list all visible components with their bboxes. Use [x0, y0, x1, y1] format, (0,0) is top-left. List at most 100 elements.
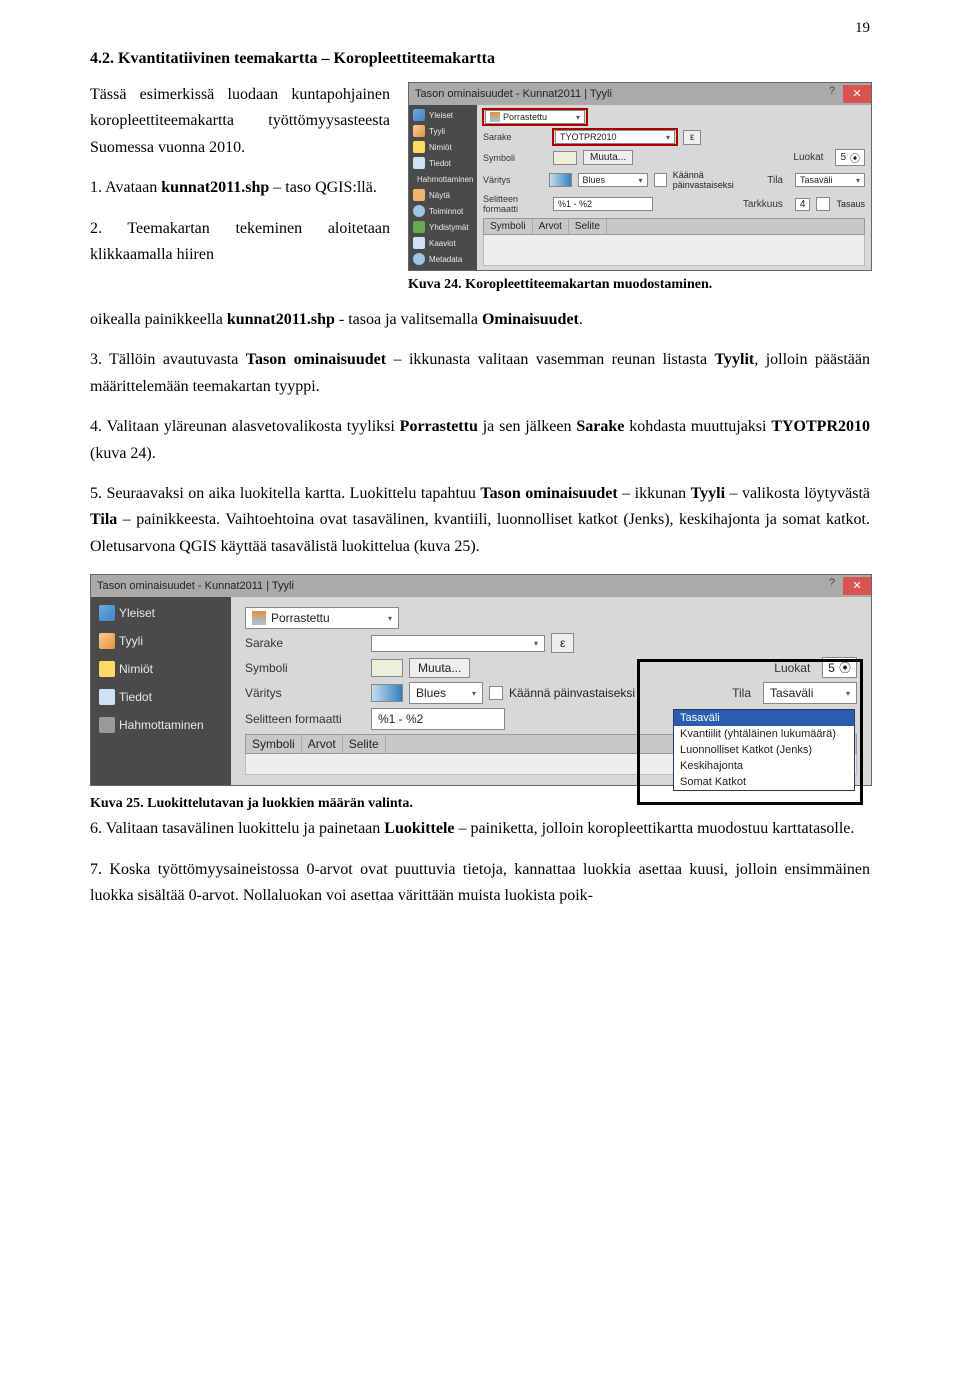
text: 1. Avataan	[90, 179, 161, 196]
paragraph-step6: 6. Valitaan tasavälinen luokittelu ja pa…	[90, 816, 870, 842]
close-icon[interactable]: ✕	[843, 85, 871, 103]
sidebar-label: Tyyli	[429, 127, 445, 136]
sidebar-item-hahmottaminen[interactable]: Hahmottaminen	[409, 171, 477, 187]
sidebar-item-metadata[interactable]: Metadata	[409, 251, 477, 267]
text: – valikosta löytyvästä	[725, 485, 870, 502]
sidebar-item-yleiset[interactable]: Yleiset	[409, 107, 477, 123]
abc-icon	[413, 141, 425, 153]
invert-checkbox[interactable]	[654, 173, 667, 187]
chevron-down-icon: ▾	[576, 113, 580, 122]
muuta-button[interactable]: Muuta...	[409, 658, 470, 678]
bold: kunnat2011.shp	[227, 311, 335, 328]
text: 3. Tällöin avautuvasta	[90, 351, 246, 368]
th-arvot: Arvot	[533, 219, 569, 234]
close-icon[interactable]: ✕	[843, 577, 871, 595]
mode-dropdown[interactable]: Tasaväli▾	[795, 173, 865, 187]
bold: Ominaisuudet	[482, 311, 579, 328]
sidebar-item-nimiot[interactable]: Nimiöt	[91, 655, 231, 683]
colorramp-dropdown[interactable]: Blues▾	[409, 682, 483, 704]
format-value: %1 - %2	[558, 199, 592, 209]
fields-icon	[99, 689, 115, 705]
invert-checkbox[interactable]	[489, 686, 503, 700]
column-dropdown[interactable]: ▾	[371, 635, 545, 652]
renderer-value: Porrastettu	[503, 112, 547, 122]
label-tila: Tila	[767, 175, 783, 186]
label-selfmt: Selitteen formaatti	[245, 712, 365, 726]
label-kaanna: Käännä päinvastaiseksi	[509, 686, 635, 700]
colorramp-dropdown[interactable]: Blues▾	[578, 173, 648, 187]
screenshot-kuva25: Tason ominaisuudet - Kunnat2011 | Tyyli …	[90, 574, 872, 786]
label-symboli: Symboli	[245, 661, 365, 675]
help-icon[interactable]: ?	[821, 577, 843, 595]
format-input[interactable]: %1 - %2	[553, 197, 653, 211]
renderer-value: Porrastettu	[271, 611, 330, 625]
wrench-icon	[99, 605, 115, 621]
label-sarake: Sarake	[483, 132, 547, 142]
sidebar-item-hahmottaminen[interactable]: Hahmottaminen	[91, 711, 231, 739]
paragraph-step7: 7. Koska työttömyysaineistossa 0-arvot o…	[90, 857, 870, 910]
bold: Luokittele	[384, 820, 454, 837]
sidebar-item-kaaviot[interactable]: Kaaviot	[409, 235, 477, 251]
label-symboli: Symboli	[483, 153, 547, 163]
renderer-dropdown[interactable]: Porrastettu ▾	[485, 110, 585, 124]
symbol-swatch[interactable]	[371, 659, 403, 677]
renderer-dropdown[interactable]: Porrastettu ▾	[245, 607, 399, 629]
text: (kuva 24).	[90, 445, 156, 462]
wrench-icon	[413, 109, 425, 121]
spin-icon: ⦿	[850, 150, 860, 165]
highlight-sarake: TYOTPR2010 ▾	[553, 129, 677, 145]
luokat-spinner[interactable]: 5⦿	[835, 149, 865, 166]
bold: Tason ominaisuudet	[246, 351, 386, 368]
sidebar-item-tiedot[interactable]: Tiedot	[409, 155, 477, 171]
style-panel: Porrastettu ▾ Sarake ▾ ε Symboli Muuta..…	[231, 597, 871, 785]
sidebar-label: Näytä	[429, 191, 450, 200]
th-symboli: Symboli	[484, 219, 533, 234]
sidebar-item-tiedot[interactable]: Tiedot	[91, 683, 231, 711]
text: – ikkunan	[618, 485, 691, 502]
help-icon[interactable]: ?	[821, 85, 843, 103]
joins-icon	[413, 221, 425, 233]
th-symboli: Symboli	[246, 735, 302, 753]
classes-table-body	[483, 235, 865, 266]
precision-value: 4	[800, 199, 806, 210]
colorramp-value: Blues	[583, 175, 606, 185]
sidebar-label: Metadata	[429, 255, 462, 264]
trim-checkbox[interactable]	[816, 197, 830, 211]
highlight-luokat-tila	[637, 659, 863, 805]
column-dropdown[interactable]: TYOTPR2010 ▾	[555, 130, 675, 144]
epsilon-button[interactable]: ε	[683, 130, 701, 145]
sidebar-item-yleiset[interactable]: Yleiset	[91, 599, 231, 627]
page-number: 19	[855, 20, 870, 37]
sidebar-label: Yleiset	[429, 111, 453, 120]
sidebar-item-nimiot[interactable]: Nimiöt	[409, 139, 477, 155]
paint-icon	[413, 125, 425, 137]
sidebar-item-toiminnot[interactable]: Toiminnot	[409, 203, 477, 219]
sidebar-item-tyyli[interactable]: Tyyli	[409, 123, 477, 139]
text: 5. Seuraavaksi on aika luokitella kartta…	[90, 485, 480, 502]
muuta-button[interactable]: Muuta...	[583, 150, 633, 165]
sidebar-label: Tyyli	[119, 634, 143, 648]
precision-spinner[interactable]: 4	[795, 198, 811, 211]
format-input[interactable]: %1 - %2	[371, 708, 505, 730]
symbol-swatch[interactable]	[553, 151, 577, 165]
paragraph-step3: 3. Tällöin avautuvasta Tason ominaisuude…	[90, 347, 870, 400]
sidebar-item-yhdistymat[interactable]: Yhdistymät	[409, 219, 477, 235]
highlight-porrastettu: Porrastettu ▾	[483, 109, 587, 125]
th-selite: Selite	[343, 735, 386, 753]
text: – painikkeesta. Vaihtoehtoina ovat tasav…	[90, 511, 870, 554]
epsilon-button[interactable]: ε	[551, 633, 574, 653]
sidebar-label: Yhdistymät	[429, 223, 469, 232]
bold: Tila	[90, 511, 117, 528]
section-heading: 4.2. Kvantitatiivinen teemakartta – Koro…	[90, 50, 870, 68]
sidebar-item-tyyli[interactable]: Tyyli	[91, 627, 231, 655]
classes-table-header: Symboli Arvot Selite	[483, 218, 865, 235]
label-varitys: Väritys	[483, 175, 543, 185]
window-titlebar: Tason ominaisuudet - Kunnat2011 | Tyyli …	[409, 83, 871, 105]
sidebar-label: Tiedot	[429, 159, 451, 168]
label-varitys: Väritys	[245, 686, 365, 700]
sidebar-item-nayta[interactable]: Näytä	[409, 187, 477, 203]
graduated-icon	[490, 112, 500, 122]
label-selfmt: Selitteen formaatti	[483, 194, 547, 214]
sidebar-label: Yleiset	[119, 606, 155, 620]
text: kohdasta muuttujaksi	[624, 418, 771, 435]
